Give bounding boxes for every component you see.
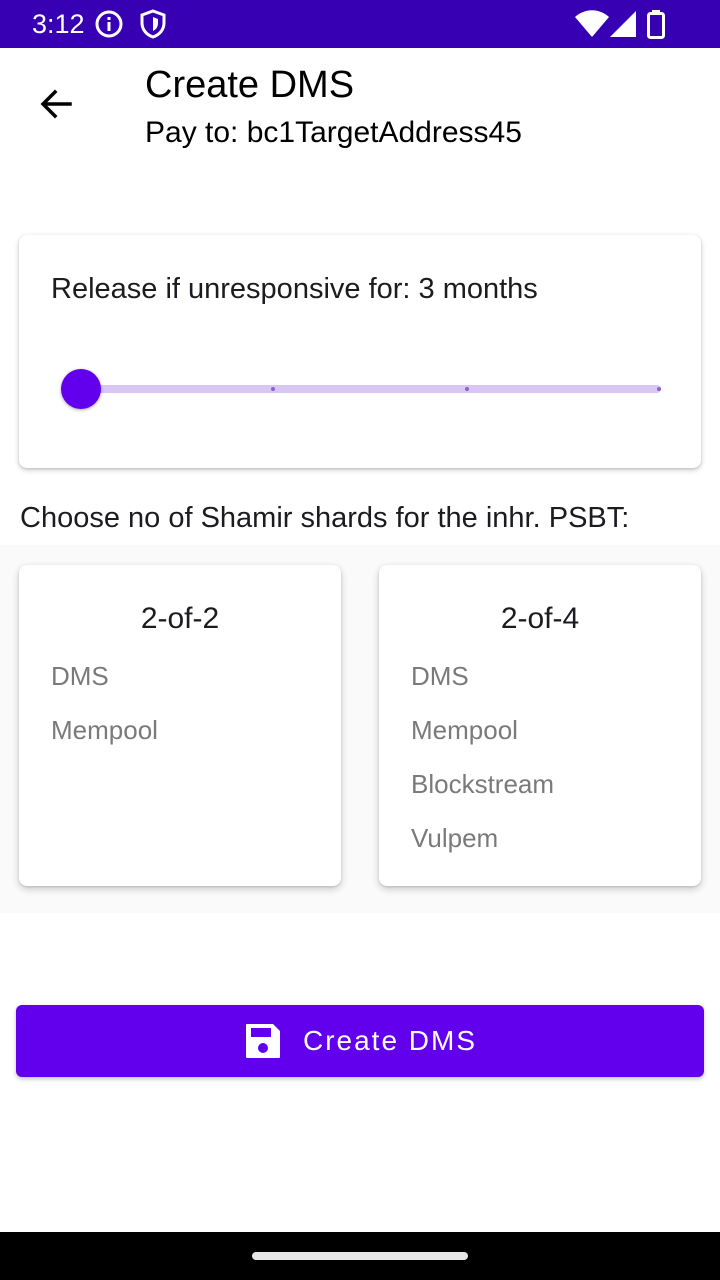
shard-option-title: 2-of-2 (140, 602, 220, 635)
shard-holder-item: Blockstream (411, 769, 555, 799)
info-icon (93, 8, 125, 40)
release-period-slider[interactable] (59, 365, 669, 413)
page-subtitle: Pay to: bc1TargetAddress45 (145, 116, 522, 149)
arrow-back-icon (36, 84, 76, 124)
page-title: Create DMS (145, 64, 355, 106)
shards-heading: Choose no of Shamir shards for the inhr.… (20, 502, 630, 534)
shard-holder-list: DMS Mempool (51, 649, 158, 757)
signal-icon (608, 8, 640, 40)
status-time: 3:12 (32, 9, 85, 39)
shield-icon (137, 8, 169, 40)
shard-option-2-of-4[interactable]: 2-of-4 DMS Mempool Blockstream Vulpem (379, 565, 701, 886)
shard-holder-item: DMS (411, 661, 469, 691)
shard-option-title: 2-of-4 (500, 602, 580, 635)
save-icon (243, 1021, 283, 1061)
slider-track (81, 385, 661, 393)
shard-option-2-of-2[interactable]: 2-of-2 DMS Mempool (19, 565, 341, 886)
battery-icon (644, 8, 668, 40)
shard-holder-item: Mempool (411, 715, 518, 745)
shard-holder-item: Mempool (51, 715, 158, 745)
slider-thumb[interactable] (61, 369, 101, 409)
shard-holder-list: DMS Mempool Blockstream Vulpem (411, 649, 554, 865)
shard-holder-item: Vulpem (411, 823, 499, 853)
release-period-card: Release if unresponsive for: 3 months (19, 235, 701, 468)
slider-tick (657, 387, 661, 391)
navigation-bar (0, 1232, 720, 1280)
status-bar: 3:12 (0, 0, 720, 48)
create-dms-button[interactable]: Create DMS (16, 1005, 704, 1077)
shard-holder-item: DMS (51, 661, 109, 691)
release-period-label: Release if unresponsive for: 3 months (51, 273, 538, 305)
wifi-icon (574, 8, 610, 40)
back-button[interactable] (24, 72, 88, 136)
slider-tick (464, 387, 469, 391)
home-gesture-handle[interactable] (252, 1252, 468, 1260)
create-dms-button-label: Create DMS (302, 1025, 478, 1056)
